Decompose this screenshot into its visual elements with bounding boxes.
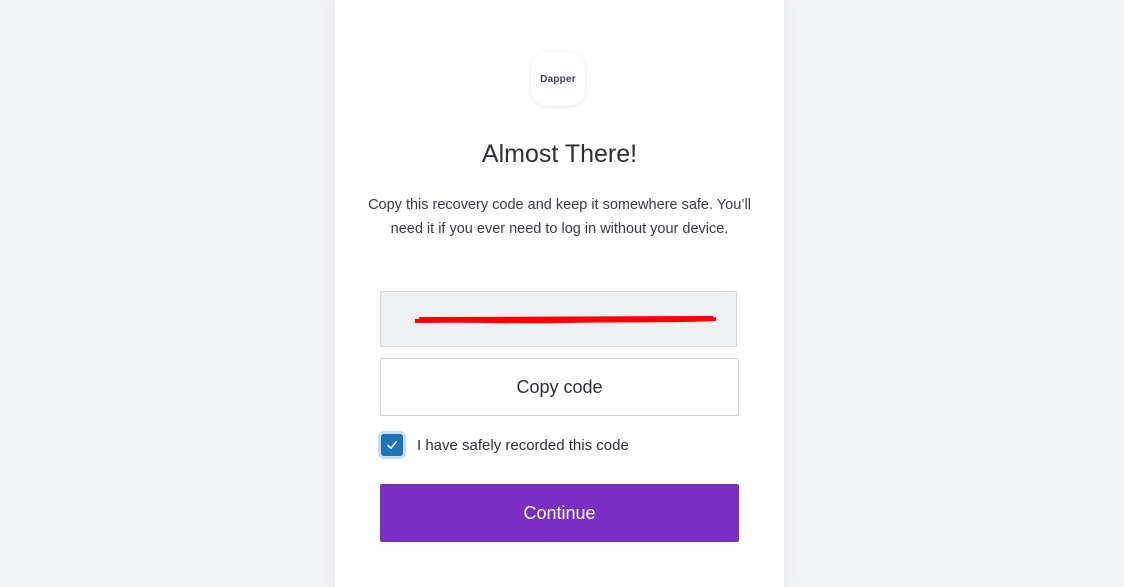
confirm-row[interactable]: I have safely recorded this code	[378, 431, 629, 459]
dapper-logo: Dapper	[531, 52, 585, 106]
continue-button[interactable]: Continue	[380, 484, 739, 542]
page-title: Almost There!	[481, 140, 638, 168]
copy-code-button[interactable]: Copy code	[380, 358, 739, 416]
login-card: Dapper Almost There! Copy this recovery …	[335, 0, 784, 587]
logo-text: Dapper	[540, 73, 576, 85]
redaction-mark	[415, 316, 716, 324]
recovery-code-field[interactable]	[380, 291, 737, 347]
check-icon	[387, 441, 397, 449]
confirm-checkbox[interactable]	[381, 434, 403, 456]
confirm-checkbox-label: I have safely recorded this code	[417, 436, 629, 454]
instructions-text: Copy this recovery code and keep it some…	[368, 197, 751, 237]
